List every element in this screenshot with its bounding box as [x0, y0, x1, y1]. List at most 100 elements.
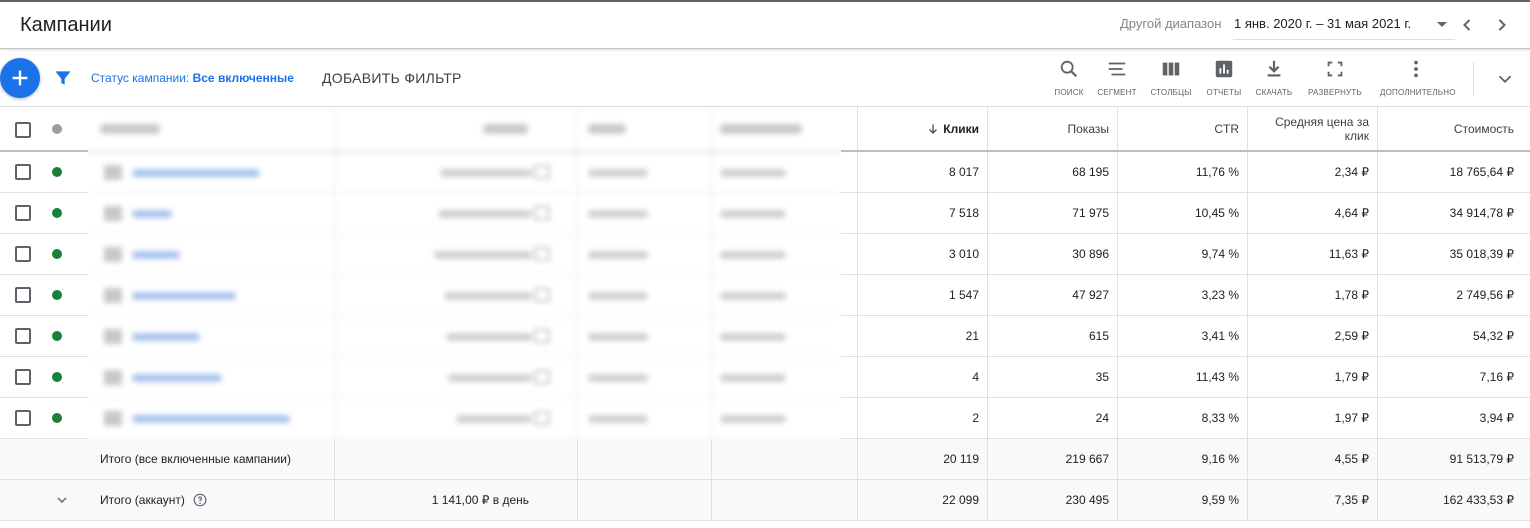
segment-tool-label: СЕГМЕНТ — [1097, 88, 1137, 97]
blurred-edit-icon — [534, 329, 550, 343]
blurred-budget — [446, 333, 532, 341]
filter-icon[interactable] — [53, 68, 73, 88]
cell-avg-cpc: 4,64 ₽ — [1334, 206, 1369, 220]
download-tool-button[interactable]: СКАЧАТЬ — [1255, 58, 1293, 102]
blurred-status — [588, 415, 648, 423]
toolbar: Статус кампании: Все включенные ДОБАВИТЬ… — [0, 50, 1530, 107]
cell-cost: 7,16 ₽ — [1479, 370, 1514, 384]
blurred-campaign-icon — [104, 206, 122, 221]
status-filter-label: Статус кампании: — [91, 71, 190, 85]
cell-avg-cpc: 2,59 ₽ — [1334, 329, 1369, 343]
fullscreen-icon — [1327, 61, 1343, 77]
row-checkbox[interactable] — [15, 246, 31, 262]
cell-impressions: 219 667 — [1065, 452, 1109, 466]
blurred-campaign-name — [132, 210, 172, 218]
campaign-status-filter[interactable]: Статус кампании: Все включенные — [91, 71, 294, 85]
arrow-down-icon — [929, 123, 938, 134]
blurred-type — [720, 210, 786, 218]
cell-impressions: 24 — [1095, 411, 1109, 425]
status-enabled-dot[interactable] — [52, 372, 62, 382]
prev-range-button[interactable] — [1455, 13, 1479, 37]
row-checkbox[interactable] — [15, 328, 31, 344]
blurred-edit-icon — [534, 247, 550, 261]
status-enabled-dot[interactable] — [52, 290, 62, 300]
row-checkbox[interactable] — [15, 287, 31, 303]
blurred-campaign-name — [132, 333, 200, 341]
status-enabled-dot[interactable] — [52, 413, 62, 423]
header-ctr-label: CTR — [1214, 121, 1239, 136]
cell-clicks: 7 518 — [948, 206, 979, 220]
cell-cost: 162 433,53 ₽ — [1442, 493, 1514, 507]
toolbar-divider — [1473, 62, 1474, 96]
header-clicks[interactable]: Клики — [857, 107, 987, 150]
search-tool-label: ПОИСК — [1054, 88, 1084, 97]
cell-clicks: 8 017 — [948, 165, 979, 179]
blurred-edit-icon — [534, 370, 550, 384]
expand-tool-button[interactable]: РАЗВЕРНУТЬ — [1308, 58, 1362, 102]
header-avg-cpc[interactable]: Средняя цена за клик — [1247, 107, 1377, 150]
blurred-type — [720, 292, 786, 300]
expand-tool-label: РАЗВЕРНУТЬ — [1308, 88, 1362, 97]
total-enabled-row: Итого (все включенные кампании) 20 119 219… — [0, 439, 1530, 480]
blurred-status — [588, 210, 648, 218]
cell-ctr: 11,76 % — [1195, 165, 1239, 179]
more-vert-icon — [1414, 60, 1418, 78]
blurred-row-divider — [88, 274, 841, 275]
search-tool-button[interactable]: ПОИСК — [1052, 58, 1086, 102]
cell-impressions: 230 495 — [1065, 493, 1109, 507]
blurred-campaign-name — [132, 251, 180, 259]
select-all-checkbox[interactable] — [15, 122, 31, 138]
column-divider — [711, 480, 712, 520]
help-icon[interactable] — [193, 493, 207, 507]
next-range-button[interactable] — [1490, 13, 1514, 37]
blurred-budget — [444, 292, 532, 300]
row-checkbox[interactable] — [15, 164, 31, 180]
status-enabled-dot[interactable] — [52, 249, 62, 259]
reports-tool-button[interactable]: ОТЧЕТЫ — [1205, 58, 1243, 102]
status-enabled-dot[interactable] — [52, 167, 62, 177]
add-filter-button[interactable]: ДОБАВИТЬ ФИЛЬТР — [322, 70, 462, 86]
header-impressions[interactable]: Показы — [987, 107, 1117, 150]
reports-tool-label: ОТЧЕТЫ — [1206, 88, 1242, 97]
cell-clicks: 21 — [965, 329, 979, 343]
cell-impressions: 47 927 — [1072, 288, 1109, 302]
status-header-dot[interactable] — [52, 124, 62, 134]
blurred-row-divider — [88, 438, 841, 439]
cell-cost: 2 749,56 ₽ — [1456, 288, 1514, 302]
columns-tool-button[interactable]: СТОЛБЦЫ — [1149, 58, 1193, 102]
blurred-campaign-icon — [104, 288, 122, 303]
add-icon — [12, 70, 28, 86]
row-checkbox[interactable] — [15, 410, 31, 426]
date-range-label: Другой диапазон — [1120, 16, 1222, 31]
status-enabled-dot[interactable] — [52, 331, 62, 341]
chevron-down-icon[interactable] — [1494, 68, 1516, 90]
blurred-budget — [438, 210, 532, 218]
header-impressions-label: Показы — [1067, 121, 1109, 136]
blurred-row-divider — [88, 397, 841, 398]
cell-impressions: 30 896 — [1072, 247, 1109, 261]
blurred-header — [483, 124, 528, 134]
blurred-campaign-name — [132, 169, 260, 177]
blurred-divider — [88, 151, 841, 153]
blurred-campaign-icon — [104, 370, 122, 385]
blurred-campaign-name — [132, 374, 222, 382]
more-tool-button[interactable]: ДОПОЛНИТЕЛЬНО — [1380, 58, 1455, 102]
header-cost[interactable]: Стоимость — [1377, 107, 1530, 150]
cell-avg-cpc: 4,55 ₽ — [1334, 452, 1369, 466]
blurred-row-divider — [88, 315, 841, 316]
search-icon — [1060, 60, 1078, 78]
blurred-campaign-icon — [104, 247, 122, 262]
row-checkbox[interactable] — [15, 369, 31, 385]
row-checkbox[interactable] — [15, 205, 31, 221]
cell-cost: 18 765,64 ₽ — [1449, 165, 1514, 179]
cell-clicks: 3 010 — [948, 247, 979, 261]
blurred-budget — [440, 169, 532, 177]
header-ctr[interactable]: CTR — [1117, 107, 1247, 150]
columns-tool-label: СТОЛБЦЫ — [1150, 88, 1192, 97]
segment-tool-button[interactable]: СЕГМЕНТ — [1096, 58, 1138, 102]
cell-clicks: 22 099 — [942, 493, 979, 507]
status-enabled-dot[interactable] — [52, 208, 62, 218]
chevron-down-icon[interactable] — [54, 492, 70, 508]
add-campaign-button[interactable] — [0, 58, 40, 98]
date-range-select[interactable]: 1 янв. 2020 г. – 31 мая 2021 г. — [1233, 12, 1455, 40]
